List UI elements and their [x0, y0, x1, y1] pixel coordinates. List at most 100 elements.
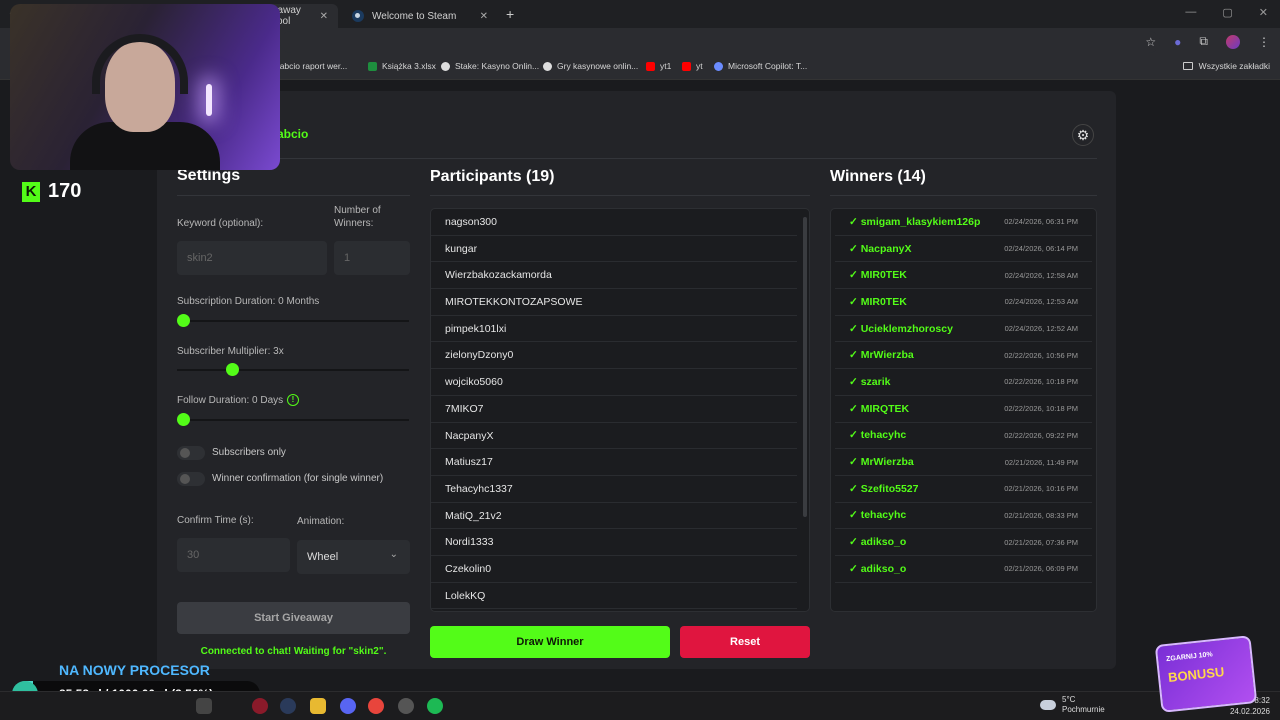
giveaway-panel: abcio ⚙ Settings Keyword (optional): Num…: [157, 91, 1116, 669]
confirm-time-input[interactable]: 30: [177, 538, 290, 572]
winner-row: ✓ Szefito5527 02/21/2026, 10:16 PM: [835, 476, 1092, 503]
subscribers-only-label: Subscribers only: [212, 447, 286, 458]
chrome-icon[interactable]: [368, 698, 384, 714]
extension-icon[interactable]: ●: [1174, 35, 1181, 49]
close-icon[interactable]: ✕: [320, 11, 328, 22]
address-bar[interactable]: [280, 31, 1160, 53]
maximize-icon[interactable]: ▢: [1222, 6, 1232, 19]
bookmark-item[interactable]: yt1: [646, 61, 671, 71]
taskbar-app-icon[interactable]: [196, 698, 212, 714]
winner-row: ✓ MrWierzba 02/21/2026, 11:49 PM: [835, 449, 1092, 476]
winner-timestamp: 02/24/2026, 12:52 AM: [1004, 324, 1078, 334]
winner-timestamp: 02/21/2026, 07:36 PM: [1004, 537, 1078, 547]
subscriber-multiplier-label: Subscriber Multiplier: 3x: [177, 346, 284, 357]
participant-row: NacpanyX: [431, 423, 797, 450]
participant-row: pimpek101lxi: [431, 316, 797, 343]
settings-divider: [177, 195, 410, 196]
slider-handle[interactable]: [226, 363, 239, 376]
participants-list[interactable]: nagson300 kungar Wierzbakozackamorda MIROTE…: [430, 208, 810, 612]
discord-icon[interactable]: [340, 698, 356, 714]
spotify-icon[interactable]: [427, 698, 443, 714]
info-icon[interactable]: !: [287, 394, 299, 406]
winner-name: ✓ MIR0TEK: [849, 295, 907, 308]
file-explorer-icon[interactable]: [310, 698, 326, 714]
follow-duration-label: Follow Duration: 0 Days: [177, 395, 284, 406]
winner-row: ✓ adikso_o 02/21/2026, 07:36 PM: [835, 529, 1092, 556]
follow-duration-slider[interactable]: [177, 413, 409, 426]
winner-row: ✓ MIRQTEK 02/22/2026, 10:18 PM: [835, 396, 1092, 423]
brand-name: abcio: [277, 127, 309, 141]
close-window-icon[interactable]: ✕: [1259, 6, 1268, 19]
subscribers-only-toggle[interactable]: [177, 446, 205, 460]
menu-icon[interactable]: ⋮: [1258, 35, 1270, 49]
keyword-label: Keyword (optional):: [177, 218, 264, 229]
winner-timestamp: 02/24/2026, 06:14 PM: [1004, 244, 1078, 254]
keyword-input[interactable]: skin2: [177, 241, 327, 275]
winner-timestamp: 02/21/2026, 06:09 PM: [1004, 564, 1078, 574]
stake-icon: [441, 61, 450, 71]
winners-title: Winners (14): [830, 168, 926, 185]
participant-row: wojciko5060: [431, 369, 797, 396]
donation-goal-title: NA NOWY PROCESOR: [59, 662, 210, 678]
bookmark-star-icon[interactable]: ☆: [1145, 35, 1156, 49]
lamp-light: [206, 84, 212, 116]
confirm-time-label: Confirm Time (s):: [177, 515, 254, 526]
taskbar-app-icon[interactable]: [398, 698, 414, 714]
participant-row: Nordi1333: [431, 529, 797, 556]
kick-logo-icon: K: [22, 181, 40, 202]
winners-divider: [830, 195, 1097, 196]
bookmark-item[interactable]: Stake: Kasyno Onlin...: [441, 61, 539, 71]
winner-row: ✓ MIR0TEK 02/24/2026, 12:53 AM: [835, 289, 1092, 316]
winner-name: ✓ adikso_o: [849, 536, 907, 549]
steam-icon[interactable]: [280, 698, 296, 714]
winner-timestamp: 02/22/2026, 09:22 PM: [1004, 430, 1078, 440]
bookmark-item[interactable]: Gry kasynowe onlin...: [543, 61, 638, 71]
participants-title: Participants (19): [430, 168, 555, 185]
taskbar-app-icon[interactable]: [252, 698, 268, 714]
viewer-count: 170: [48, 180, 82, 202]
participant-row: Matiusz17: [431, 449, 797, 476]
tab-welcome-to-steam[interactable]: Welcome to Steam ✕: [342, 4, 498, 28]
participant-row: nagson300: [431, 209, 797, 236]
winner-name: ✓ MrWierzba: [849, 456, 914, 469]
steam-icon: [352, 10, 364, 22]
kick-viewer-count: K 170: [22, 180, 81, 203]
taskbar: 5°C Pochmurnie 8:32 24.02.2026: [0, 691, 1280, 720]
bookmark-item[interactable]: Książka 3.xlsx: [368, 61, 436, 71]
cloud-icon: [1040, 700, 1056, 710]
winner-name: ✓ Szefito5527: [849, 482, 919, 495]
winner-timestamp: 02/24/2026, 12:58 AM: [1004, 270, 1078, 280]
slider-handle[interactable]: [177, 413, 190, 426]
new-tab-button[interactable]: +: [506, 6, 514, 22]
winner-timestamp: 02/21/2026, 10:16 PM: [1004, 484, 1078, 494]
weather-widget[interactable]: 5°C Pochmurnie: [1040, 695, 1105, 715]
winner-row: ✓ tehacyhc 02/21/2026, 08:33 PM: [835, 503, 1092, 530]
gear-icon[interactable]: ⚙: [1072, 124, 1094, 146]
winner-row: ✓ MrWierzba 02/22/2026, 10:56 PM: [835, 342, 1092, 370]
bookmark-item[interactable]: yt: [682, 61, 703, 71]
temperature: 5°C: [1062, 695, 1076, 704]
winners-input[interactable]: 1: [334, 241, 410, 275]
close-icon[interactable]: ✕: [480, 11, 488, 22]
participant-row: MIROTEKKONTOZAPSOWE: [431, 289, 797, 316]
animation-select[interactable]: Wheel ⌄: [297, 540, 410, 574]
reset-button[interactable]: Reset: [680, 626, 810, 658]
minimize-icon[interactable]: —: [1185, 6, 1196, 19]
scrollbar[interactable]: [803, 217, 807, 517]
profile-avatar[interactable]: [1226, 34, 1240, 49]
stake-icon: [543, 61, 552, 71]
winners-list: ✓ smigam_klasykiem126p 02/24/2026, 06:31 …: [830, 208, 1097, 612]
bookmark-item[interactable]: Microsoft Copilot: T...: [714, 61, 807, 71]
subscription-duration-label: Subscription Duration: 0 Months: [177, 296, 320, 307]
draw-winner-button[interactable]: Draw Winner: [430, 626, 670, 658]
subscription-duration-slider[interactable]: [177, 314, 409, 327]
extensions-puzzle-icon[interactable]: ⧉: [1199, 34, 1208, 49]
winner-name: ✓ MIR0TEK: [849, 269, 907, 282]
winner-row: ✓ NacpanyX 02/24/2026, 06:14 PM: [835, 236, 1092, 263]
all-bookmarks-button[interactable]: Wszystkie zakładki: [1182, 61, 1270, 71]
slider-handle[interactable]: [177, 314, 190, 327]
winner-row: ✓ smigam_klasykiem126p 02/24/2026, 06:31 …: [835, 209, 1092, 236]
winner-confirmation-toggle[interactable]: [177, 472, 205, 486]
subscriber-multiplier-slider[interactable]: [177, 363, 409, 376]
start-giveaway-button[interactable]: Start Giveaway: [177, 602, 410, 634]
